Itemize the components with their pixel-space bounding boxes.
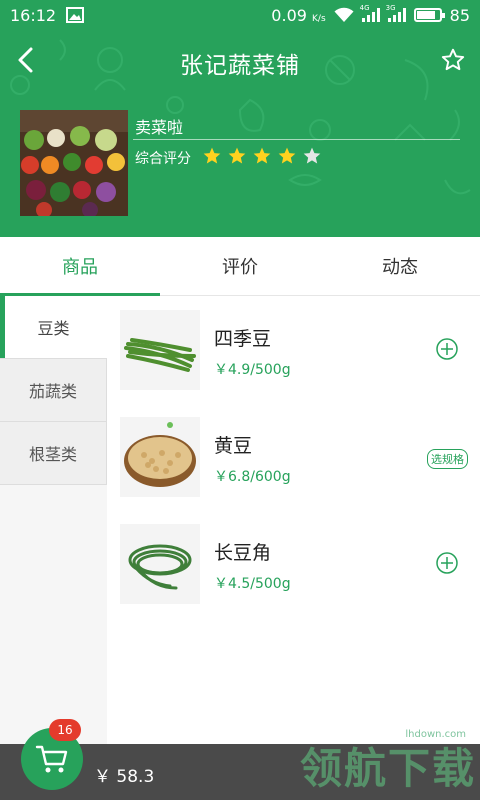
add-circle-icon xyxy=(436,552,458,574)
category-item-roots[interactable]: 根茎类 xyxy=(0,422,107,485)
watermark: lhdown.com 领航下载 xyxy=(299,729,476,796)
star-filled-icon xyxy=(277,146,297,166)
status-bar: 16:12 0.09 K/s 4G 3G 85 xyxy=(0,0,480,30)
product-item[interactable]: 黄豆 ￥6.8/600g 选规格 xyxy=(107,403,480,510)
tab-reviews[interactable]: 评价 xyxy=(160,237,320,295)
battery-level: 85 xyxy=(449,5,470,25)
shop-photo xyxy=(20,110,128,216)
signal-4g-icon: 4G xyxy=(360,4,380,22)
add-to-cart-button[interactable] xyxy=(436,338,458,360)
category-item-solanaceous[interactable]: 茄蔬类 xyxy=(0,359,107,422)
product-name: 长豆角 xyxy=(214,542,272,564)
page-title: 张记蔬菜铺 xyxy=(180,53,300,79)
shop-header: 张记蔬菜铺 卖菜啦 综合评分 xyxy=(0,30,480,237)
category-sidebar: 豆类 茄蔬类 根茎类 xyxy=(0,296,107,744)
product-name: 黄豆 xyxy=(214,435,253,457)
add-circle-icon xyxy=(436,338,458,360)
shopping-cart-icon xyxy=(35,745,68,773)
status-left-icons xyxy=(66,7,85,23)
product-price: ￥4.5/500g xyxy=(214,576,291,592)
product-list: 四季豆 ￥4.9/500g 黄豆 ￥6.8/600g 选规格 长豆角 ￥4.5/… xyxy=(107,296,480,744)
status-time: 16:12 xyxy=(10,5,57,25)
tab-products[interactable]: 商品 xyxy=(0,237,160,296)
product-item[interactable]: 四季豆 ￥4.9/500g xyxy=(107,296,480,403)
product-name: 四季豆 xyxy=(214,328,272,350)
star-filled-icon xyxy=(227,146,247,166)
cart-total: ￥ 58.3 xyxy=(94,767,155,787)
favorite-button[interactable] xyxy=(438,44,468,76)
select-spec-button[interactable]: 选规格 xyxy=(427,449,468,469)
star-filled-icon xyxy=(202,146,222,166)
product-price: ￥4.9/500g xyxy=(214,362,291,378)
shop-tabs: 商品 评价 动态 xyxy=(0,237,480,296)
wifi-icon xyxy=(334,7,354,22)
shop-name: 卖菜啦 xyxy=(135,118,184,137)
star-outline-icon xyxy=(441,48,465,71)
battery-icon xyxy=(413,8,445,22)
star-empty-icon xyxy=(302,146,322,166)
product-item[interactable]: 长豆角 ￥4.5/500g xyxy=(107,510,480,617)
star-filled-icon xyxy=(252,146,272,166)
cart-count-badge: 16 xyxy=(49,719,81,741)
notification-image-icon xyxy=(66,7,85,23)
watermark-text: 领航下载 xyxy=(299,744,476,793)
tab-updates[interactable]: 动态 xyxy=(320,237,480,295)
divider xyxy=(133,139,460,140)
product-image-green-beans xyxy=(120,310,200,390)
rating-stars xyxy=(202,146,322,166)
product-price: ￥6.8/600g xyxy=(214,469,291,485)
category-item-beans[interactable]: 豆类 xyxy=(0,296,107,359)
signal-3g-icon: 3G xyxy=(386,4,406,22)
product-image-long-beans xyxy=(120,524,200,604)
add-to-cart-button[interactable] xyxy=(436,552,458,574)
network-speed: 0.09 K/s xyxy=(271,5,326,25)
watermark-url: lhdown.com xyxy=(405,729,466,740)
rating-label: 综合评分 xyxy=(135,151,191,167)
product-image-soybeans xyxy=(120,417,200,497)
